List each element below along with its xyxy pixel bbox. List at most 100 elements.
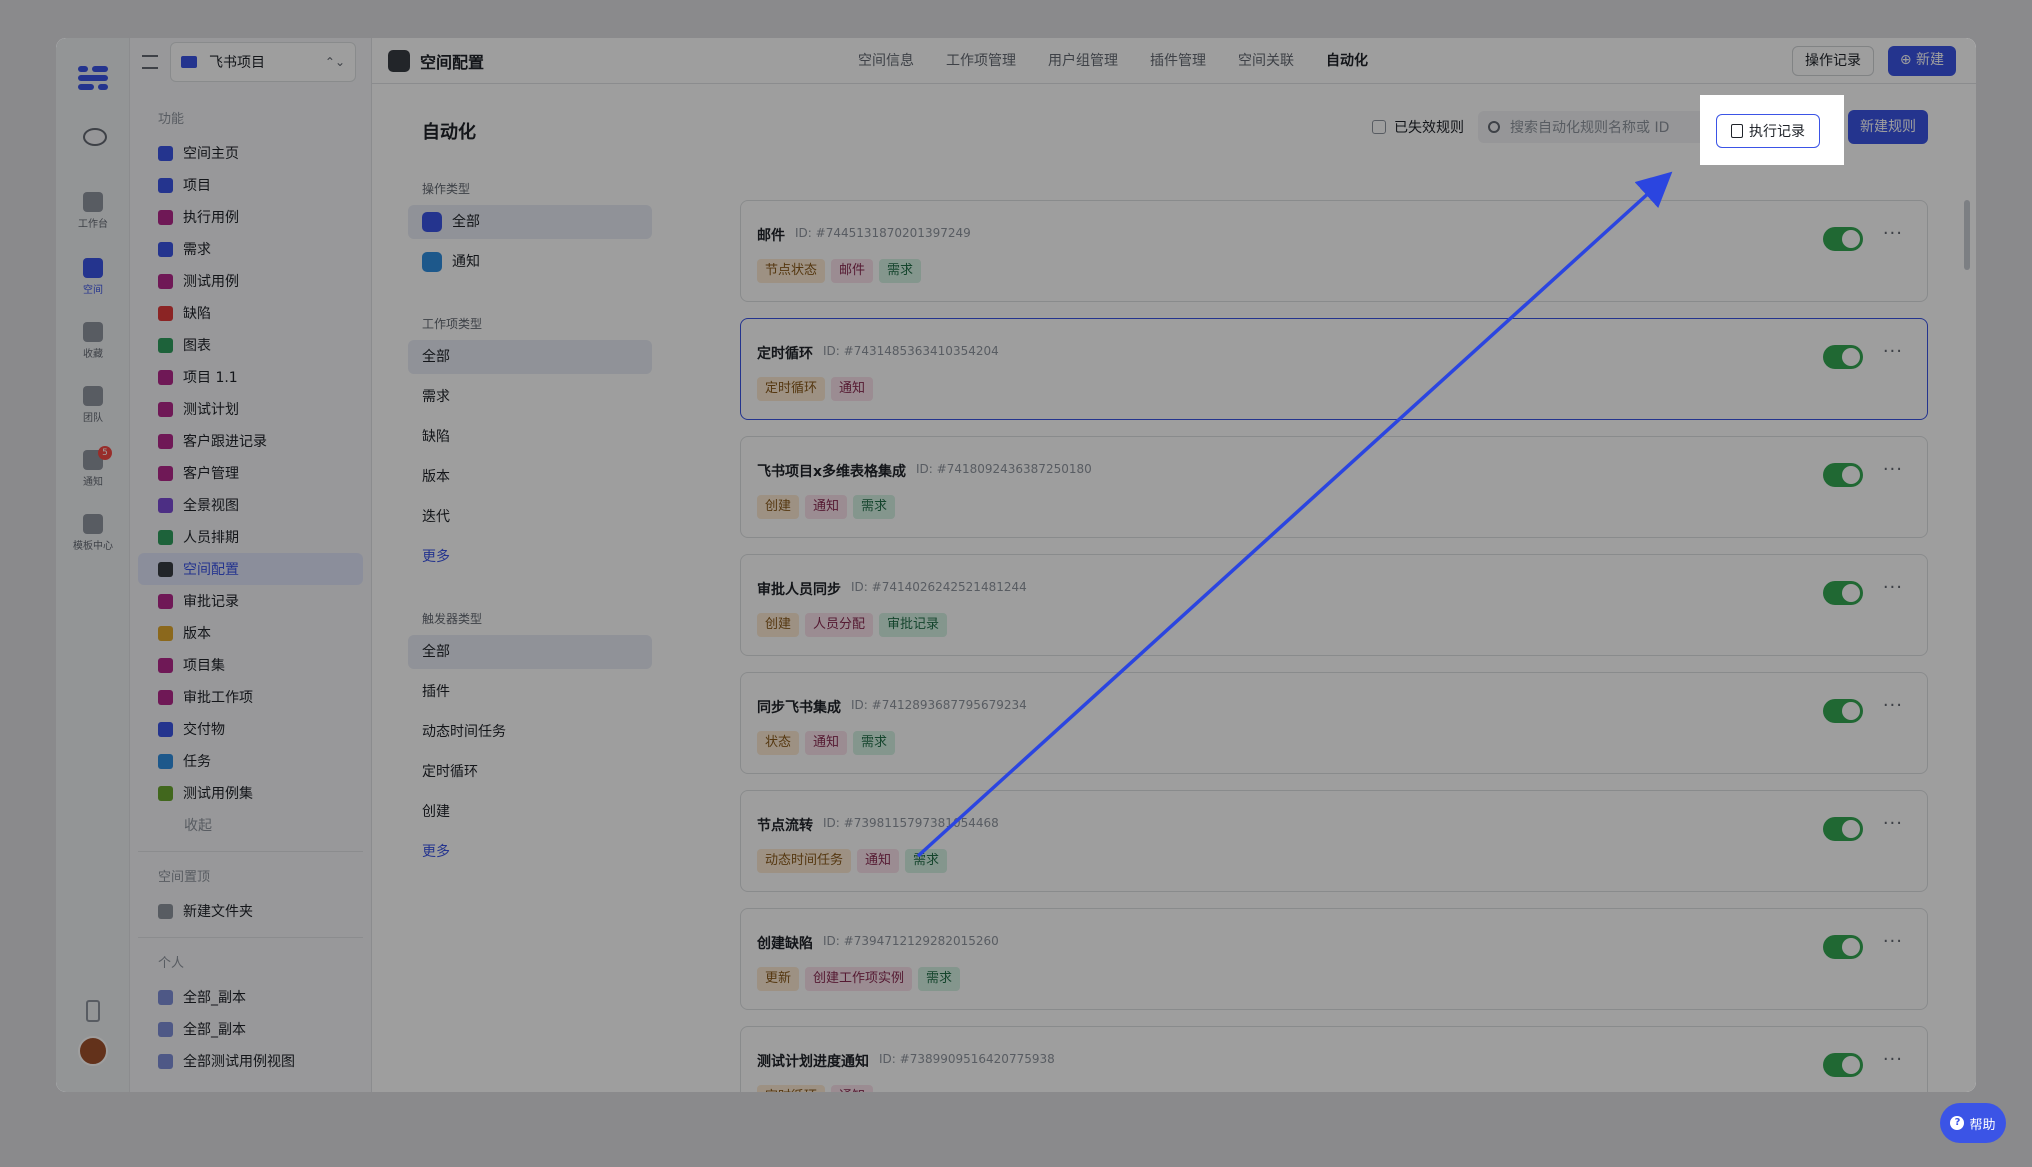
nav-item-icon bbox=[158, 401, 173, 417]
tab[interactable]: 插件管理 bbox=[1150, 38, 1206, 84]
rule-card[interactable]: 定时循环 ID: #7431485363410354204 定时循环 通知 ··· bbox=[740, 318, 1928, 420]
filter-op-notify[interactable]: 通知 bbox=[408, 245, 652, 279]
avatar[interactable] bbox=[78, 1036, 108, 1066]
new-rule-button[interactable]: 新建规则 bbox=[1848, 110, 1928, 144]
nav-item-icon bbox=[158, 177, 173, 193]
filter-work-more[interactable]: 更多 bbox=[408, 540, 652, 574]
personal-view-item[interactable]: 全部测试用例视图 bbox=[138, 1045, 363, 1077]
sidebar-item[interactable]: 项目集 bbox=[138, 649, 363, 681]
sidebar-item[interactable]: 图表 bbox=[138, 329, 363, 361]
rule-card[interactable]: 节点流转 ID: #7398115797381054468 动态时间任务 通知 需求 ··… bbox=[740, 790, 1928, 892]
filter-item[interactable]: 全部 bbox=[408, 635, 652, 669]
rail-notify[interactable]: 通知 5 bbox=[56, 446, 130, 488]
rule-card[interactable]: 同步飞书集成 ID: #7412893687795679234 状态 通知 需求 ··· bbox=[740, 672, 1928, 774]
sidebar-item[interactable]: 版本 bbox=[138, 617, 363, 649]
sidebar-item[interactable]: 全景视图 bbox=[138, 489, 363, 521]
filter-item[interactable]: 动态时间任务 bbox=[408, 715, 652, 749]
filter-item[interactable]: 需求 bbox=[408, 380, 652, 414]
personal-view-item[interactable]: 全部_副本 bbox=[138, 981, 363, 1013]
rule-enable-toggle[interactable] bbox=[1823, 699, 1863, 723]
rule-enable-toggle[interactable] bbox=[1823, 935, 1863, 959]
rail-templates[interactable]: 模板中心 bbox=[56, 514, 130, 552]
more-icon[interactable]: ··· bbox=[1883, 341, 1903, 362]
personal-view-item[interactable]: 全部_副本 bbox=[138, 1013, 363, 1045]
tag: 需求 bbox=[853, 731, 896, 755]
rail-workbench[interactable]: 工作台 bbox=[56, 192, 130, 230]
nav-item-icon bbox=[158, 625, 173, 641]
rule-card[interactable]: 飞书项目x多维表格集成 ID: #7418092436387250180 创建 通知需… bbox=[740, 436, 1928, 538]
tag: 创建 bbox=[757, 613, 800, 637]
scrollbar[interactable] bbox=[1964, 200, 1970, 270]
filter-item[interactable]: 插件 bbox=[408, 675, 652, 709]
sidebar-item[interactable]: 审批工作项 bbox=[138, 681, 363, 713]
more-icon[interactable]: ··· bbox=[1883, 459, 1903, 480]
checkbox[interactable] bbox=[1372, 120, 1386, 134]
rule-search-input[interactable]: 搜索自动化规则名称或 ID bbox=[1478, 111, 1718, 143]
filter-trigger-more[interactable]: 更多 bbox=[408, 835, 652, 869]
sidebar-item[interactable]: 审批记录 bbox=[138, 585, 363, 617]
rail-space[interactable]: 空间 bbox=[56, 258, 130, 296]
sidebar-item[interactable]: 空间配置 bbox=[138, 553, 363, 585]
rule-card[interactable]: 邮件 ID: #7445131870201397249 节点状态 邮件 需求 ··· bbox=[740, 200, 1928, 302]
rule-enable-toggle[interactable] bbox=[1823, 463, 1863, 487]
sidebar-item[interactable]: 交付物 bbox=[138, 713, 363, 745]
rule-enable-toggle[interactable] bbox=[1823, 581, 1863, 605]
collapse-link[interactable]: 收起 bbox=[138, 809, 363, 841]
exec-log-button[interactable]: 执行记录 bbox=[1716, 114, 1820, 148]
new-folder-item[interactable]: 新建文件夹 bbox=[138, 895, 363, 927]
project-selector[interactable]: 飞书项目 ⌃⌄ bbox=[170, 42, 356, 82]
more-icon[interactable]: ··· bbox=[1883, 931, 1903, 952]
rule-enable-toggle[interactable] bbox=[1823, 1053, 1863, 1077]
sidebar-item[interactable]: 人员排期 bbox=[138, 521, 363, 553]
sidebar-item[interactable]: 缺陷 bbox=[138, 297, 363, 329]
filter-item[interactable]: 迭代 bbox=[408, 500, 652, 534]
filter-op-all[interactable]: 全部 bbox=[408, 205, 652, 239]
more-icon[interactable]: ··· bbox=[1883, 813, 1903, 834]
collapse-sidebar-icon[interactable] bbox=[142, 55, 158, 69]
help-button[interactable]: ? 帮助 bbox=[1940, 1103, 2006, 1143]
sidebar-item[interactable]: 测试计划 bbox=[138, 393, 363, 425]
sidebar-item[interactable]: 客户跟进记录 bbox=[138, 425, 363, 457]
sidebar-item[interactable]: 测试用例 bbox=[138, 265, 363, 297]
filter-item[interactable]: 定时循环 bbox=[408, 755, 652, 789]
filter-item[interactable]: 缺陷 bbox=[408, 420, 652, 454]
tab[interactable]: 空间信息 bbox=[858, 38, 914, 84]
operation-log-button[interactable]: 操作记录 bbox=[1792, 46, 1874, 76]
more-icon[interactable]: ··· bbox=[1883, 223, 1903, 244]
rail-team[interactable]: 团队 bbox=[56, 386, 130, 424]
sidebar-item[interactable]: 需求 bbox=[138, 233, 363, 265]
rule-card[interactable]: 审批人员同步 ID: #7414026242521481244 创建 人员分配 审批记录… bbox=[740, 554, 1928, 656]
section-features: 功能 bbox=[158, 112, 185, 127]
tab[interactable]: 空间关联 bbox=[1238, 38, 1294, 84]
filter-item[interactable]: 全部 bbox=[408, 340, 652, 374]
rule-enable-toggle[interactable] bbox=[1823, 817, 1863, 841]
filter-item[interactable]: 创建 bbox=[408, 795, 652, 829]
new-button[interactable]: ⊕ 新建 bbox=[1887, 46, 1956, 76]
sidebar-item[interactable]: 项目 bbox=[138, 169, 363, 201]
more-icon[interactable]: ··· bbox=[1883, 577, 1903, 598]
tab[interactable]: 工作项管理 bbox=[946, 38, 1016, 84]
filter-item[interactable]: 版本 bbox=[408, 460, 652, 494]
tab[interactable]: 用户组管理 bbox=[1048, 38, 1118, 84]
rule-card[interactable]: 测试计划进度通知 ID: #7389909516420775938 定时循环通知 ··… bbox=[740, 1026, 1928, 1092]
tab[interactable]: 自动化 bbox=[1326, 38, 1368, 84]
rule-enable-toggle[interactable] bbox=[1823, 227, 1863, 251]
sidebar-item[interactable]: 空间主页 bbox=[138, 137, 363, 169]
tag: 更新 bbox=[757, 967, 800, 991]
tag: 节点状态 bbox=[757, 259, 826, 283]
sidebar-item[interactable]: 客户管理 bbox=[138, 457, 363, 489]
sidebar-item[interactable]: 项目 1.1 bbox=[138, 361, 363, 393]
invalid-rules-checkbox[interactable]: 已失效规则 bbox=[1372, 117, 1464, 137]
sidebar-item[interactable]: 任务 bbox=[138, 745, 363, 777]
rule-card[interactable]: 创建缺陷 ID: #7394712129282015260 更新 创建工作项实例 需求 ·… bbox=[740, 908, 1928, 1010]
nav-item-icon bbox=[158, 209, 173, 225]
sidebar-item[interactable]: 测试用例集 bbox=[138, 777, 363, 809]
phone-icon[interactable] bbox=[86, 1000, 100, 1022]
rule-enable-toggle[interactable] bbox=[1823, 345, 1863, 369]
rail-favorites[interactable]: 收藏 bbox=[56, 322, 130, 360]
more-icon[interactable]: ··· bbox=[1883, 1049, 1903, 1070]
more-icon[interactable]: ··· bbox=[1883, 695, 1903, 716]
app-logo[interactable] bbox=[78, 66, 108, 90]
sidebar-item[interactable]: 执行用例 bbox=[138, 201, 363, 233]
search-icon[interactable] bbox=[83, 128, 107, 146]
